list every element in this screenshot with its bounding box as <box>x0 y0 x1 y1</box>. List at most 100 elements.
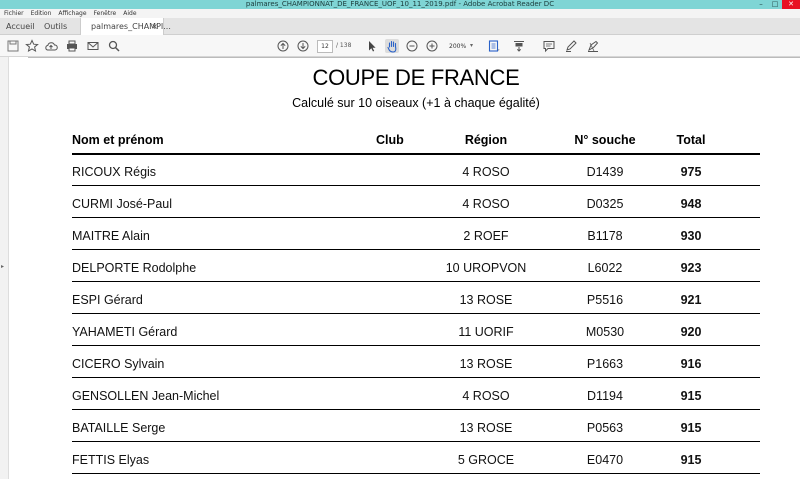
cell-total: 915 <box>680 421 702 435</box>
cell-souche: M0530 <box>585 325 625 339</box>
table-row: YAHAMETI Gérard 11 UORIF M0530 920 <box>72 315 760 346</box>
cell-name: YAHAMETI Gérard <box>72 325 178 339</box>
tab-bar: Accueil Outils palmares_CHAMPI... × <box>0 18 800 35</box>
star-icon[interactable] <box>25 39 39 53</box>
cell-name: BATAILLE Serge <box>72 421 166 435</box>
page-up-icon[interactable] <box>276 39 290 53</box>
scroll-mode-icon[interactable] <box>512 39 526 53</box>
save-icon[interactable] <box>6 39 20 53</box>
cell-name: GENSOLLEN Jean-Michel <box>72 389 220 403</box>
cell-total: 915 <box>680 389 702 403</box>
email-icon[interactable] <box>86 39 100 53</box>
page-fit-icon[interactable] <box>487 39 501 53</box>
cell-name: RICOUX Régis <box>72 165 157 179</box>
cloud-upload-icon[interactable] <box>44 39 58 53</box>
window-title-bar: palmares_CHAMPIONNAT_DE_FRANCE_UOF_10_11… <box>0 0 800 9</box>
table-row: MAITRE Alain 2 ROEF B1178 930 <box>72 219 760 250</box>
cell-name: ESPI Gérard <box>72 293 143 307</box>
cell-total: 923 <box>680 261 702 275</box>
cell-souche: L6022 <box>587 261 623 275</box>
column-header-souche: N° souche <box>574 133 636 147</box>
pen-icon[interactable] <box>564 39 578 53</box>
cell-souche: B1178 <box>587 229 623 243</box>
cell-souche: P0563 <box>586 421 624 435</box>
select-cursor-icon[interactable] <box>365 39 379 53</box>
cell-region: 13 ROSE <box>459 357 513 371</box>
table-row: BATAILLE Serge 13 ROSE P0563 915 <box>72 411 760 442</box>
page-down-icon[interactable] <box>296 39 310 53</box>
cell-total: 948 <box>680 197 702 211</box>
page-number-input[interactable]: 12 <box>317 40 333 53</box>
close-window-button[interactable]: ✕ <box>782 0 800 9</box>
cell-total: 975 <box>680 165 702 179</box>
cell-souche: D1194 <box>587 389 623 403</box>
tab-home[interactable]: Accueil <box>6 18 35 35</box>
cell-total: 921 <box>680 293 702 307</box>
cell-region: 11 UORIF <box>458 325 514 339</box>
cell-name: MAITRE Alain <box>72 229 150 243</box>
print-icon[interactable] <box>65 39 79 53</box>
zoom-in-icon[interactable] <box>425 39 439 53</box>
document-subtitle: Calculé sur 10 oiseaux (+1 à chaque égal… <box>292 96 540 110</box>
toolbar: 12 / 138 200% ▾ <box>0 35 800 57</box>
table-row: CICERO Sylvain 13 ROSE P1663 916 <box>72 347 760 378</box>
column-header-region: Région <box>464 133 508 147</box>
cell-region: 10 UROPVON <box>445 261 527 275</box>
cell-name: FETTIS Elyas <box>72 453 150 467</box>
menu-item-affichage[interactable]: Affichage <box>58 9 86 18</box>
cell-souche: P5516 <box>586 293 624 307</box>
window-title: palmares_CHAMPIONNAT_DE_FRANCE_UOF_10_11… <box>245 0 555 8</box>
tab-document[interactable]: palmares_CHAMPI... × <box>80 18 171 35</box>
left-panel-toggle[interactable]: ▸ <box>0 57 9 479</box>
menu-item-aide[interactable]: Aide <box>123 9 136 18</box>
document-viewer[interactable]: ▸ COUPE DE FRANCE Calculé sur 10 oiseaux… <box>0 57 800 479</box>
cell-region: 5 GROCE <box>457 453 515 467</box>
cell-name: CICERO Sylvain <box>72 357 165 371</box>
cell-souche: D1439 <box>586 165 624 179</box>
cell-total: 930 <box>680 229 702 243</box>
cell-total: 916 <box>680 357 702 371</box>
table-header: Nom et prénom Club Région N° souche Tota… <box>72 133 760 155</box>
cell-region: 13 ROSE <box>459 293 513 307</box>
tab-close-button[interactable]: × <box>151 18 158 35</box>
column-header-total: Total <box>676 133 706 147</box>
zoom-out-icon[interactable] <box>405 39 419 53</box>
menu-item-fenetre[interactable]: Fenêtre <box>94 9 117 18</box>
cell-name: CURMI José-Paul <box>72 197 173 211</box>
cell-region: 4 ROSO <box>462 389 510 403</box>
maximize-button[interactable]: □ <box>768 0 782 9</box>
page-total: / 138 <box>336 42 352 49</box>
column-header-name: Nom et prénom <box>72 133 164 147</box>
cell-total: 920 <box>680 325 702 339</box>
zoom-dropdown-icon[interactable]: ▾ <box>470 42 473 49</box>
table-row: ESPI Gérard 13 ROSE P5516 921 <box>72 283 760 314</box>
cell-souche: E0470 <box>586 453 624 467</box>
expand-panel-icon[interactable]: ▸ <box>1 263 4 270</box>
cell-region: 4 ROSO <box>462 165 510 179</box>
tab-document-label: palmares_CHAMPI... <box>91 22 171 31</box>
table-row: GENSOLLEN Jean-Michel 4 ROSO D1194 915 <box>72 379 760 410</box>
window-controls: – □ ✕ <box>754 0 800 9</box>
cell-region: 4 ROSO <box>462 197 510 211</box>
table-row: FETTIS Elyas 5 GROCE E0470 915 <box>72 443 760 474</box>
sign-icon[interactable] <box>586 39 600 53</box>
search-icon[interactable] <box>107 39 121 53</box>
tab-tools[interactable]: Outils <box>44 18 67 35</box>
cell-souche: P1663 <box>586 357 624 371</box>
cell-total: 915 <box>680 453 702 467</box>
table-row: DELPORTE Rodolphe 10 UROPVON L6022 923 <box>72 251 760 282</box>
comment-icon[interactable] <box>542 39 556 53</box>
cell-region: 13 ROSE <box>459 421 513 435</box>
table-row: CURMI José-Paul 4 ROSO D0325 948 <box>72 187 760 218</box>
menu-bar: Fichier Edition Affichage Fenêtre Aide <box>0 9 800 18</box>
cell-region: 2 ROEF <box>463 229 509 243</box>
document-title: COUPE DE FRANCE <box>312 65 520 90</box>
cell-souche: D0325 <box>586 197 624 211</box>
column-header-club: Club <box>376 133 404 147</box>
table-row: RICOUX Régis 4 ROSO D1439 975 <box>72 155 760 186</box>
hand-icon[interactable] <box>385 39 399 53</box>
menu-item-fichier[interactable]: Fichier <box>4 9 24 18</box>
menu-item-edition[interactable]: Edition <box>31 9 52 18</box>
page-edge <box>28 57 800 58</box>
minimize-button[interactable]: – <box>754 0 768 9</box>
